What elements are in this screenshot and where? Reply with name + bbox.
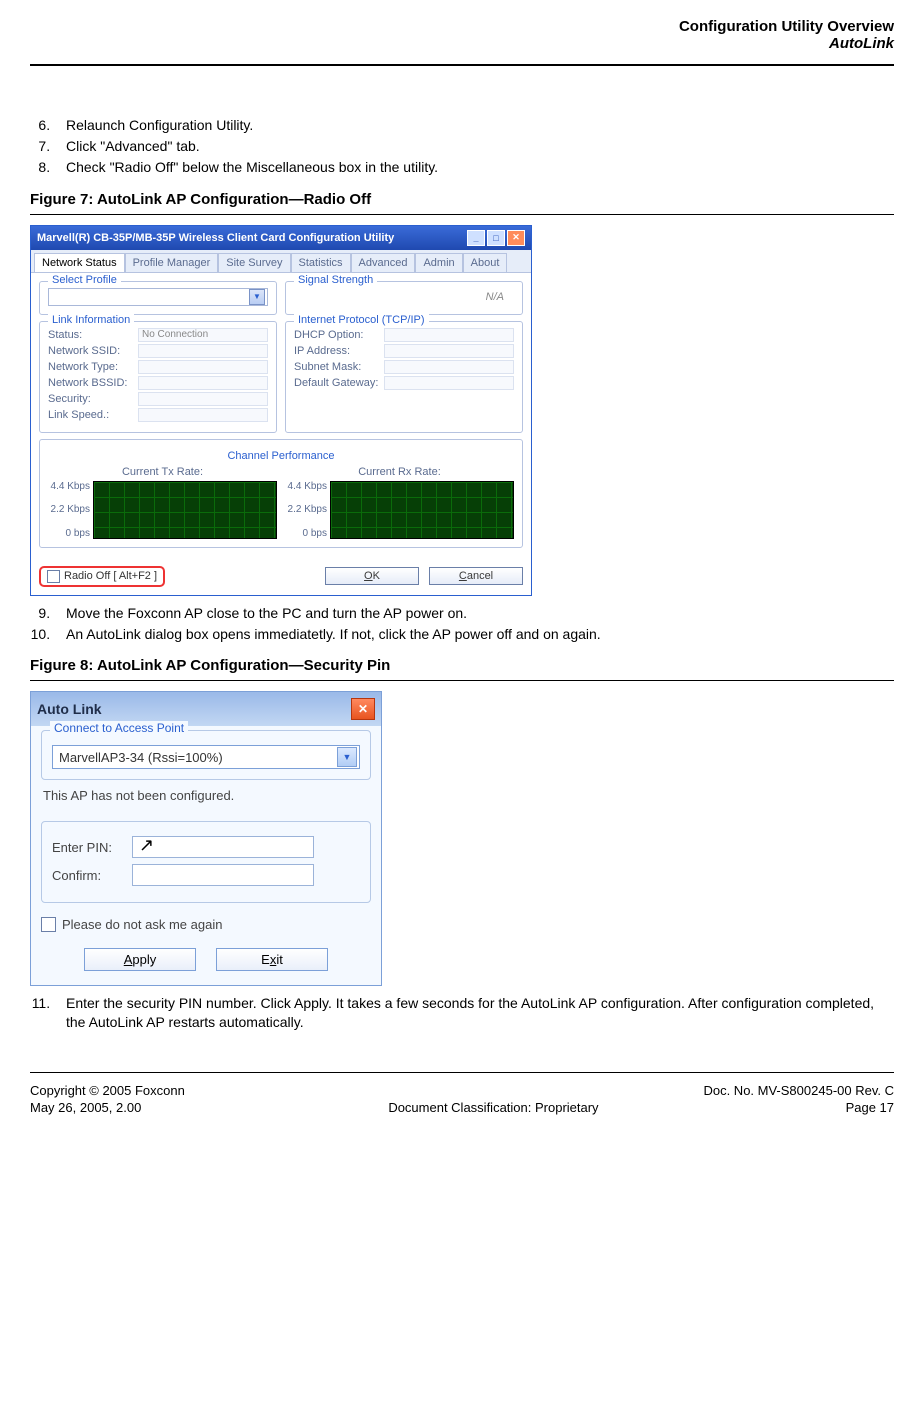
linkspeed-value <box>138 408 268 422</box>
type-value <box>138 360 268 374</box>
maximize-icon[interactable]: □ <box>487 230 505 246</box>
signal-strength-legend: Signal Strength <box>294 274 377 286</box>
subnet-value <box>384 360 514 374</box>
tab-profile-manager[interactable]: Profile Manager <box>125 253 219 272</box>
confirm-pin-input[interactable] <box>132 864 314 886</box>
tab-site-survey[interactable]: Site Survey <box>218 253 290 272</box>
ytick: 0 bps <box>303 528 327 539</box>
ip-label: IP Address: <box>294 345 384 357</box>
type-label: Network Type: <box>48 361 138 373</box>
header-divider <box>30 64 894 66</box>
gateway-value <box>384 376 514 390</box>
window-title: Marvell(R) CB-35P/MB-35P Wireless Client… <box>37 232 394 244</box>
minimize-icon[interactable]: _ <box>467 230 485 246</box>
radio-off-label: Radio Off [ Alt+F2 ] <box>64 570 157 582</box>
confirm-pin-label: Confirm: <box>52 868 132 883</box>
tx-rate-label: Current Tx Rate: <box>48 466 277 478</box>
rx-rate-label: Current Rx Rate: <box>285 466 514 478</box>
bssid-value <box>138 376 268 390</box>
step-text: Check "Radio Off" below the Miscellaneou… <box>66 159 438 175</box>
access-point-value: MarvellAP3-34 (Rssi=100%) <box>59 750 223 765</box>
footer-docno: Doc. No. MV-S800245-00 Rev. C <box>703 1083 894 1098</box>
enter-pin-input[interactable] <box>132 836 314 858</box>
link-info-legend: Link Information <box>48 314 134 326</box>
ap-status-message: This AP has not been configured. <box>43 788 369 803</box>
ip-value <box>384 344 514 358</box>
chevron-down-icon[interactable]: ▼ <box>249 289 265 305</box>
step-list-c: Enter the security PIN number. Click App… <box>30 994 894 1032</box>
step-text: Move the Foxconn AP close to the PC and … <box>66 605 467 621</box>
ytick: 2.2 Kbps <box>51 504 90 515</box>
step-text: Click "Advanced" tab. <box>66 138 200 154</box>
step-text: An AutoLink dialog box opens immediatetl… <box>66 626 601 642</box>
close-icon[interactable]: ✕ <box>351 698 375 720</box>
figure8-caption: Figure 8: AutoLink AP Configuration—Secu… <box>30 657 894 674</box>
ssid-value <box>138 344 268 358</box>
footer-date: May 26, 2005, 2.00 <box>30 1100 141 1115</box>
checkbox-icon[interactable] <box>47 570 60 583</box>
select-profile-legend: Select Profile <box>48 274 121 286</box>
dont-ask-checkbox[interactable] <box>41 917 56 932</box>
status-value: No Connection <box>138 328 268 342</box>
tx-rate-chart: 4.4 Kbps 2.2 Kbps 0 bps <box>48 481 277 539</box>
window-titlebar[interactable]: Marvell(R) CB-35P/MB-35P Wireless Client… <box>31 226 531 250</box>
tab-admin[interactable]: Admin <box>415 253 462 272</box>
ip-legend: Internet Protocol (TCP/IP) <box>294 314 429 326</box>
connect-legend: Connect to Access Point <box>50 721 188 735</box>
ok-button[interactable]: OK <box>325 567 419 585</box>
page-header-title: Configuration Utility Overview <box>30 18 894 35</box>
autolink-dialog: Auto Link ✕ Connect to Access Point Marv… <box>30 691 382 986</box>
figure7-caption: Figure 7: AutoLink AP Configuration—Radi… <box>30 191 894 208</box>
footer-copyright: Copyright © 2005 Foxconn <box>30 1083 185 1098</box>
channel-performance-title: Channel Performance <box>48 450 514 462</box>
page-header-subtitle: AutoLink <box>30 35 894 52</box>
tab-about[interactable]: About <box>463 253 508 272</box>
config-utility-window: Marvell(R) CB-35P/MB-35P Wireless Client… <box>30 225 532 596</box>
enter-pin-label: Enter PIN: <box>52 840 132 855</box>
rx-rate-chart: 4.4 Kbps 2.2 Kbps 0 bps <box>285 481 514 539</box>
chevron-down-icon[interactable]: ▼ <box>337 747 357 767</box>
ytick: 2.2 Kbps <box>288 504 327 515</box>
step-text: Relaunch Configuration Utility. <box>66 117 253 133</box>
linkspeed-label: Link Speed.: <box>48 409 138 421</box>
subnet-label: Subnet Mask: <box>294 361 384 373</box>
ytick: 4.4 Kbps <box>51 481 90 492</box>
access-point-dropdown[interactable]: MarvellAP3-34 (Rssi=100%) ▼ <box>52 745 360 769</box>
dialog-title: Auto Link <box>37 701 102 717</box>
close-icon[interactable]: ✕ <box>507 230 525 246</box>
footer-classification: Document Classification: Proprietary <box>388 1100 598 1115</box>
cancel-button[interactable]: Cancel <box>429 567 523 585</box>
dont-ask-label: Please do not ask me again <box>62 917 222 932</box>
apply-button[interactable]: Apply <box>84 948 196 971</box>
dhcp-label: DHCP Option: <box>294 329 384 341</box>
status-label: Status: <box>48 329 138 341</box>
tab-statistics[interactable]: Statistics <box>291 253 351 272</box>
dhcp-value <box>384 328 514 342</box>
tab-advanced[interactable]: Advanced <box>351 253 416 272</box>
figure7-divider <box>30 214 894 215</box>
exit-button[interactable]: Exit <box>216 948 328 971</box>
gateway-label: Default Gateway: <box>294 377 384 389</box>
tab-network-status[interactable]: Network Status <box>34 253 125 272</box>
step-list-b: Move the Foxconn AP close to the PC and … <box>30 604 894 644</box>
signal-strength-value: N/A <box>294 288 514 306</box>
footer-divider <box>30 1072 894 1073</box>
radio-off-checkbox[interactable]: Radio Off [ Alt+F2 ] <box>39 566 165 587</box>
security-value <box>138 392 268 406</box>
profile-dropdown[interactable]: ▼ <box>48 288 268 306</box>
ssid-label: Network SSID: <box>48 345 138 357</box>
footer-page: Page 17 <box>846 1100 894 1115</box>
step-text: Enter the security PIN number. Click App… <box>66 995 874 1030</box>
figure8-divider <box>30 680 894 681</box>
ytick: 0 bps <box>66 528 90 539</box>
tab-strip: Network Status Profile Manager Site Surv… <box>31 250 531 273</box>
ytick: 4.4 Kbps <box>288 481 327 492</box>
bssid-label: Network BSSID: <box>48 377 138 389</box>
security-label: Security: <box>48 393 138 405</box>
step-list-a: Relaunch Configuration Utility. Click "A… <box>30 116 894 177</box>
